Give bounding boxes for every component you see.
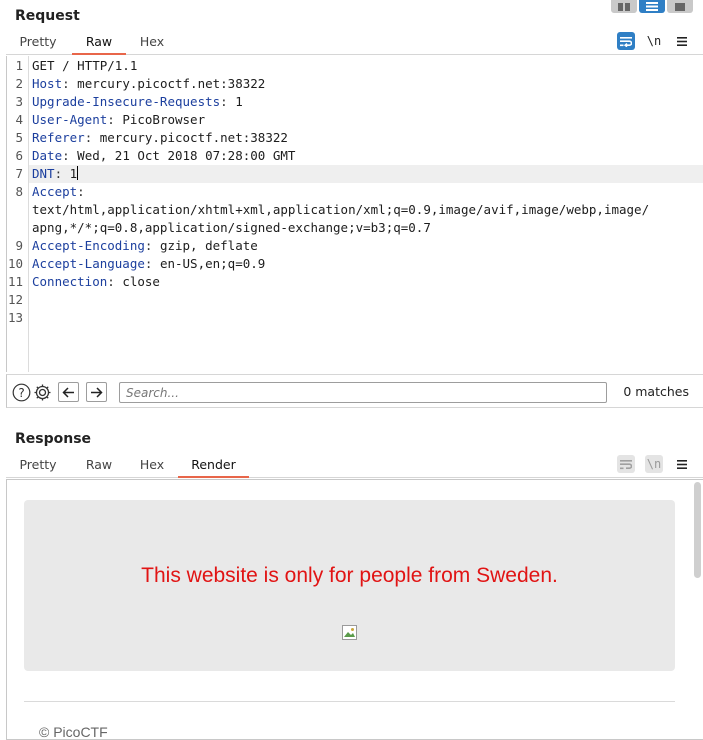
request-tab-pretty[interactable]: Pretty xyxy=(14,31,62,55)
layout-toggles xyxy=(611,0,693,13)
code-line[interactable]: Accept-Language: en-US,en;q=0.9 xyxy=(32,255,265,273)
header-value: close xyxy=(122,274,160,289)
line-number: 6 xyxy=(15,148,23,163)
header-name: Accept-Encoding xyxy=(32,238,145,253)
line-number: 2 xyxy=(15,76,23,91)
line-number: 4 xyxy=(15,112,23,127)
code-line[interactable]: User-Agent: PicoBrowser xyxy=(32,111,205,129)
header-value: en-US,en;q=0.9 xyxy=(159,256,266,271)
header-name: Upgrade-Insecure-Requests xyxy=(32,94,221,109)
line-number: 12 xyxy=(7,292,23,307)
header-value: text/html,application/xhtml+xml,applicat… xyxy=(32,202,650,217)
header-separator: : xyxy=(220,94,236,109)
header-name: Accept-Language xyxy=(32,256,145,271)
code-line[interactable]: Upgrade-Insecure-Requests: 1 xyxy=(32,93,243,111)
header-name: Connection xyxy=(32,274,108,289)
header-separator: : xyxy=(62,76,78,91)
word-wrap-icon[interactable] xyxy=(617,32,635,50)
line-number: 8 xyxy=(15,184,23,199)
header-value: mercury.picoctf.net:38322 xyxy=(77,76,266,91)
header-name: Date xyxy=(32,148,63,163)
menu-icon[interactable] xyxy=(673,32,691,50)
line-number: 11 xyxy=(7,274,23,289)
request-panel-title: Request xyxy=(15,8,80,24)
line-number: 7 xyxy=(15,166,23,181)
header-separator: : xyxy=(54,166,70,181)
header-value: apng,*/*;q=0.8,application/signed-exchan… xyxy=(32,220,431,235)
line-number: 3 xyxy=(15,94,23,109)
header-value: mercury.picoctf.net:38322 xyxy=(99,130,288,145)
header-value: PicoBrowser xyxy=(122,112,206,127)
code-line[interactable]: Accept: xyxy=(32,183,85,201)
code-line[interactable]: text/html,application/xhtml+xml,applicat… xyxy=(32,201,649,219)
text-cursor xyxy=(77,166,79,180)
header-separator: : xyxy=(62,148,78,163)
response-tabs: Pretty Raw Hex Render \n xyxy=(6,454,703,478)
response-view-options: \n xyxy=(617,455,691,473)
header-value: 1 xyxy=(235,94,243,109)
header-value: GET / HTTP/1.1 xyxy=(32,58,138,73)
split-rows-layout-button[interactable] xyxy=(639,0,665,13)
line-number: 9 xyxy=(15,238,23,253)
broken-image-icon xyxy=(342,625,357,640)
code-line[interactable]: Date: Wed, 21 Oct 2018 07:28:00 GMT xyxy=(32,147,295,165)
code-line[interactable]: Host: mercury.picoctf.net:38322 xyxy=(32,75,265,93)
request-tab-raw[interactable]: Raw xyxy=(72,31,126,55)
line-number: 1 xyxy=(15,58,23,73)
jumbotron: This website is only for people from Swe… xyxy=(24,500,675,671)
restriction-message: This website is only for people from Swe… xyxy=(141,564,558,587)
code-line[interactable]: Accept-Encoding: gzip, deflate xyxy=(32,237,258,255)
response-panel-title: Response xyxy=(15,431,92,447)
header-separator: : xyxy=(144,238,160,253)
code-line[interactable]: Connection: close xyxy=(32,273,160,291)
header-value: gzip, deflate xyxy=(159,238,258,253)
header-separator: : xyxy=(144,256,160,271)
header-separator: : xyxy=(107,112,123,127)
header-name: DNT xyxy=(32,166,55,181)
code-line[interactable]: Referer: mercury.picoctf.net:38322 xyxy=(32,129,288,147)
header-name: User-Agent xyxy=(32,112,108,127)
search-bar: ? 0 matches xyxy=(6,374,703,408)
code-line[interactable]: DNT: 1 xyxy=(29,165,703,183)
response-tab-hex[interactable]: Hex xyxy=(134,454,170,478)
search-input[interactable] xyxy=(119,382,607,403)
request-tab-hex[interactable]: Hex xyxy=(134,31,170,55)
header-name: Referer xyxy=(32,130,85,145)
search-match-count: 0 matches xyxy=(623,384,689,399)
show-newlines-icon: \n xyxy=(645,455,663,473)
svg-text:?: ? xyxy=(18,386,24,400)
response-tab-raw[interactable]: Raw xyxy=(80,454,118,478)
line-number: 13 xyxy=(7,310,23,325)
settings-gear-icon[interactable] xyxy=(32,382,52,402)
search-next-button[interactable] xyxy=(86,382,107,402)
header-value: Wed, 21 Oct 2018 07:28:00 GMT xyxy=(77,148,296,163)
show-newlines-icon[interactable]: \n xyxy=(645,32,663,50)
divider xyxy=(24,701,675,702)
request-view-options: \n xyxy=(617,32,691,50)
line-number: 10 xyxy=(7,256,23,271)
word-wrap-icon xyxy=(617,455,635,473)
header-separator: : xyxy=(84,130,100,145)
header-value: 1 xyxy=(69,166,78,181)
tabs-layout-button[interactable] xyxy=(667,0,693,13)
request-tabs: Pretty Raw Hex \n xyxy=(6,31,703,55)
help-icon[interactable]: ? xyxy=(11,382,31,402)
split-columns-layout-button[interactable] xyxy=(611,0,637,13)
menu-icon[interactable] xyxy=(673,455,691,473)
header-name: Host xyxy=(32,76,63,91)
code-line[interactable]: apng,*/*;q=0.8,application/signed-exchan… xyxy=(32,219,431,237)
page-footer: © PicoCTF xyxy=(39,724,108,740)
rendered-response[interactable]: This website is only for people from Swe… xyxy=(6,479,703,740)
search-previous-button[interactable] xyxy=(58,382,79,402)
response-tab-render[interactable]: Render xyxy=(178,454,249,478)
response-tab-pretty[interactable]: Pretty xyxy=(14,454,62,478)
header-separator: : xyxy=(77,184,85,199)
code-line[interactable]: GET / HTTP/1.1 xyxy=(32,57,137,75)
line-number: 5 xyxy=(15,130,23,145)
line-number-gutter: 1 2 3 4 5 6 7 8 9 10 11 12 13 xyxy=(7,56,29,372)
header-name: Accept xyxy=(32,184,78,199)
request-editor[interactable]: 1 2 3 4 5 6 7 8 9 10 11 12 13 GET / HTTP/1.1 Host: me… xyxy=(6,56,703,372)
vertical-scrollbar[interactable] xyxy=(694,482,701,578)
header-separator: : xyxy=(107,274,123,289)
